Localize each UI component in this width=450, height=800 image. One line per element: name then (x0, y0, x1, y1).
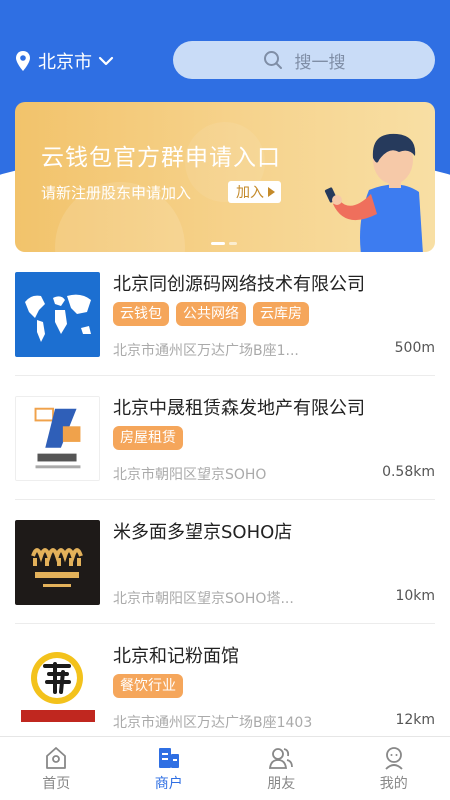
tab-profile[interactable]: 我的 (338, 737, 450, 800)
category-tag: 餐饮行业 (113, 674, 183, 698)
category-tag: 云库房 (253, 302, 309, 326)
world-map-thumbnail (15, 272, 100, 357)
merchant-address: 北京市通州区万达广场B座1403 (113, 715, 313, 731)
tab-label: 首页 (42, 776, 71, 792)
carousel-dot (229, 242, 237, 245)
shop-icon (158, 748, 179, 768)
merchant-item[interactable]: 北京中晟租赁森发地产有限公司 房屋租赁 北京市朝阳区望京SOHO 0.58km (15, 376, 435, 500)
tag-list: 房屋租赁 (113, 426, 183, 450)
tab-friends[interactable]: 朋友 (225, 737, 338, 800)
tab-home[interactable]: 首页 (0, 737, 113, 800)
carousel-indicator (211, 242, 237, 245)
tab-merchants[interactable]: 商户 (113, 737, 226, 800)
merchant-name: 北京和记粉面馆 (113, 646, 239, 667)
midou-logo-thumbnail (15, 520, 100, 605)
merchant-name: 北京同创源码网络技术有限公司 (113, 274, 365, 295)
join-button-label: 加入 (236, 185, 264, 201)
location-pin-icon (16, 51, 30, 71)
search-icon (263, 51, 282, 69)
category-tag: 云钱包 (113, 302, 169, 326)
tag-list: 餐饮行业 (113, 674, 183, 698)
play-arrow-icon (268, 187, 275, 197)
search-placeholder: 搜一搜 (294, 52, 346, 73)
merchant-distance: 500m (394, 340, 435, 356)
merchant-name: 米多面多望京SOHO店 (113, 522, 293, 543)
merchant-address: 北京市朝阳区望京SOHO (113, 467, 267, 483)
top-bar: 北京市 搜一搜 (0, 40, 450, 80)
carousel-dot (211, 242, 225, 245)
merchant-name: 北京中晟租赁森发地产有限公司 (113, 398, 365, 419)
tab-label: 我的 (379, 776, 408, 792)
merchant-item[interactable]: 米多面多望京SOHO店 北京市朝阳区望京SOHO塔... 10km (15, 500, 435, 624)
merchant-distance: 10km (395, 588, 435, 604)
join-button[interactable]: 加入 (228, 181, 281, 203)
merchant-item[interactable]: 北京和记粉面馆 餐饮行业 北京市通州区万达广场B座1403 12km (15, 624, 435, 748)
banner-subtitle: 请新注册股东申请加入 (41, 184, 192, 202)
tag-list: 云钱包 公共网络 云库房 (113, 302, 309, 326)
banner-title: 云钱包官方群申请入口 (41, 145, 281, 171)
merchant-distance: 12km (395, 712, 435, 728)
tab-label: 商户 (154, 776, 183, 792)
promo-banner[interactable]: 云钱包官方群申请入口 请新注册股东申请加入 加入 (15, 102, 435, 252)
category-tag: 房屋租赁 (113, 426, 183, 450)
profile-icon (385, 747, 403, 770)
bottom-tab-bar: 首页 商户 朋友 我的 (0, 736, 450, 800)
friends-icon (269, 748, 294, 769)
merchant-address: 北京市朝阳区望京SOHO塔... (113, 591, 294, 607)
merchant-address: 北京市通州区万达广场B座1... (113, 343, 299, 359)
merchant-list: 北京同创源码网络技术有限公司 云钱包 公共网络 云库房 北京市通州区万达广场B座… (0, 252, 450, 748)
merchant-distance: 0.58km (382, 464, 435, 480)
merchant-item[interactable]: 北京同创源码网络技术有限公司 云钱包 公共网络 云库房 北京市通州区万达广场B座… (15, 252, 435, 376)
search-input[interactable]: 搜一搜 (173, 41, 435, 79)
category-tag: 公共网络 (176, 302, 246, 326)
city-label: 北京市 (38, 52, 92, 73)
zhongsheng-logo-thumbnail (15, 396, 100, 481)
person-with-phone-illustration (324, 133, 423, 252)
noodle-logo-thumbnail (15, 644, 100, 729)
tab-label: 朋友 (267, 776, 296, 792)
city-selector[interactable]: 北京市 (14, 48, 114, 74)
chevron-down-icon (98, 56, 114, 66)
home-icon (46, 747, 67, 769)
